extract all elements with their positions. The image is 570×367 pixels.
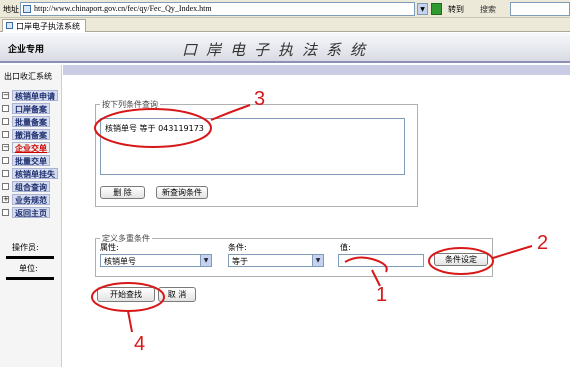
annotation-number-2: 2 — [537, 232, 549, 254]
annotation-line-4 — [127, 310, 133, 333]
annotation-number-4: 4 — [134, 333, 146, 355]
annotation-line-2 — [492, 245, 533, 259]
annotation-number-1: 1 — [376, 284, 388, 306]
annotation-layer — [91, 104, 533, 333]
annotation-circle-2 — [428, 247, 494, 275]
annotation-circle-1 — [344, 256, 388, 273]
annotation-circle-4 — [91, 282, 165, 312]
annotation-circle-3 — [94, 108, 212, 148]
annotation-number-3: 3 — [254, 88, 266, 110]
annotation-line-3 — [210, 104, 251, 121]
